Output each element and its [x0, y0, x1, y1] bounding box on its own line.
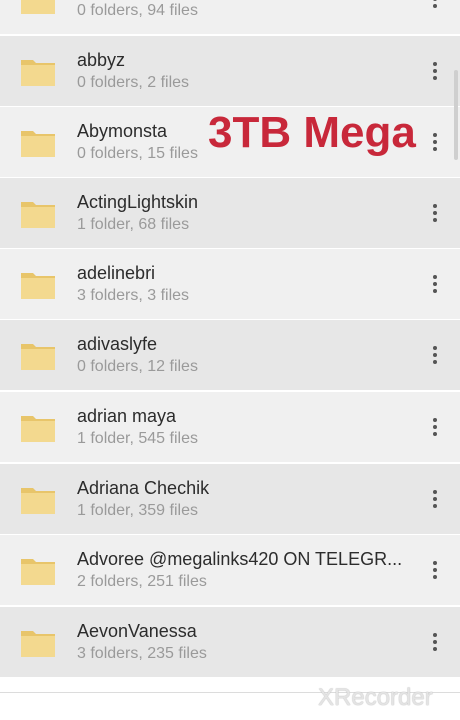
more-vertical-icon[interactable] — [424, 198, 446, 228]
more-vertical-icon[interactable] — [424, 340, 446, 370]
folder-meta: 0 folders, 12 files — [77, 358, 198, 375]
folder-icon — [20, 198, 56, 229]
more-vertical-icon[interactable] — [424, 412, 446, 442]
list-item[interactable]: Advoree @megalinks420 ON TELEGR... 2 fol… — [0, 535, 460, 605]
list-item-partial[interactable]: 0 folders, 94 files — [0, 0, 460, 34]
more-vertical-icon[interactable] — [424, 269, 446, 299]
folder-name: adelinebri — [77, 263, 156, 283]
more-vertical-icon[interactable] — [424, 555, 446, 585]
folder-meta: 0 folders, 2 files — [77, 74, 190, 91]
folder-icon — [20, 412, 56, 443]
more-vertical-icon[interactable] — [424, 56, 446, 86]
folder-icon — [20, 340, 56, 371]
folder-name: Adriana Chechik — [77, 478, 210, 498]
folder-icon — [20, 627, 56, 658]
more-vertical-icon[interactable] — [424, 627, 446, 657]
more-vertical-icon[interactable] — [424, 0, 446, 14]
list-item[interactable]: Adriana Chechik 1 folder, 359 files — [0, 464, 460, 534]
recorder-watermark: XRecorder — [318, 684, 433, 711]
folder-icon — [20, 127, 56, 158]
folder-name: AevonVanessa — [77, 621, 197, 641]
list-item[interactable]: adrian maya 1 folder, 545 files — [0, 392, 460, 462]
folder-meta: 3 folders, 235 files — [77, 645, 207, 662]
folder-icon — [20, 0, 56, 15]
folder-icon — [20, 484, 56, 515]
folder-meta: 3 folders, 3 files — [77, 287, 190, 304]
more-vertical-icon[interactable] — [424, 127, 446, 157]
list-item[interactable]: adivaslyfe 0 folders, 12 files — [0, 320, 460, 390]
more-vertical-icon[interactable] — [424, 484, 446, 514]
folder-name: abbyz — [77, 50, 126, 70]
scrollbar[interactable] — [454, 70, 458, 160]
folder-icon — [20, 555, 56, 586]
folder-meta: 0 folders, 15 files — [77, 145, 198, 162]
folder-icon — [20, 269, 56, 300]
folder-name: Abymonsta — [77, 121, 168, 141]
list-item[interactable]: ActingLightskin 1 folder, 68 files — [0, 178, 460, 248]
list-item[interactable]: AevonVanessa 3 folders, 235 files — [0, 607, 460, 677]
folder-meta: 1 folder, 359 files — [77, 502, 198, 519]
folder-name: adrian maya — [77, 406, 177, 426]
list-item[interactable]: adelinebri 3 folders, 3 files — [0, 249, 460, 319]
folder-name: ActingLightskin — [77, 192, 199, 212]
overlay-caption: 3TB Mega — [208, 108, 416, 157]
folder-name: adivaslyfe — [77, 334, 158, 354]
folder-name: Advoree @megalinks420 ON TELEGR... — [77, 549, 403, 569]
folder-meta: 2 folders, 251 files — [77, 573, 207, 590]
folder-icon — [20, 56, 56, 87]
folder-meta: 1 folder, 545 files — [77, 430, 198, 447]
folder-meta: 0 folders, 94 files — [77, 2, 198, 19]
folder-meta: 1 folder, 68 files — [77, 216, 190, 233]
list-item[interactable]: abbyz 0 folders, 2 files — [0, 36, 460, 106]
